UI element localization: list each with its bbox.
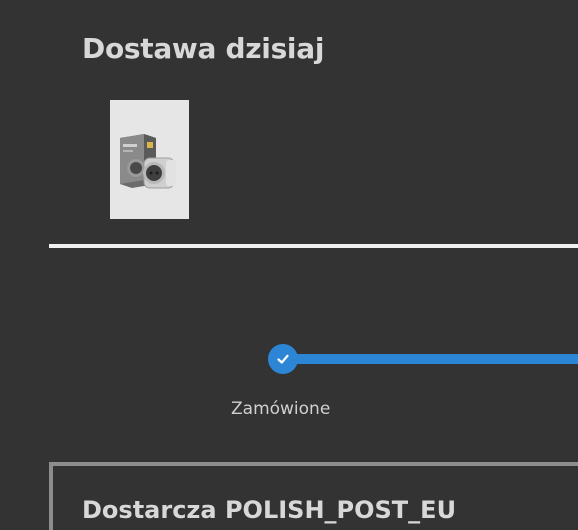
section-divider (49, 244, 578, 248)
tracking-progress-bar (283, 354, 578, 364)
product-thumbnail[interactable] (110, 100, 189, 219)
order-tracking-page: Dostawa dzisiaj Zamówione Dostarcza POLI… (0, 0, 578, 530)
smart-plug-image (120, 134, 176, 189)
step-label-ordered: Zamówione (231, 399, 331, 419)
step-completed-indicator (268, 344, 298, 374)
checkmark-icon (277, 354, 289, 364)
carrier-heading: Dostarcza POLISH_POST_EU (82, 496, 457, 524)
delivery-heading: Dostawa dzisiaj (82, 32, 325, 65)
